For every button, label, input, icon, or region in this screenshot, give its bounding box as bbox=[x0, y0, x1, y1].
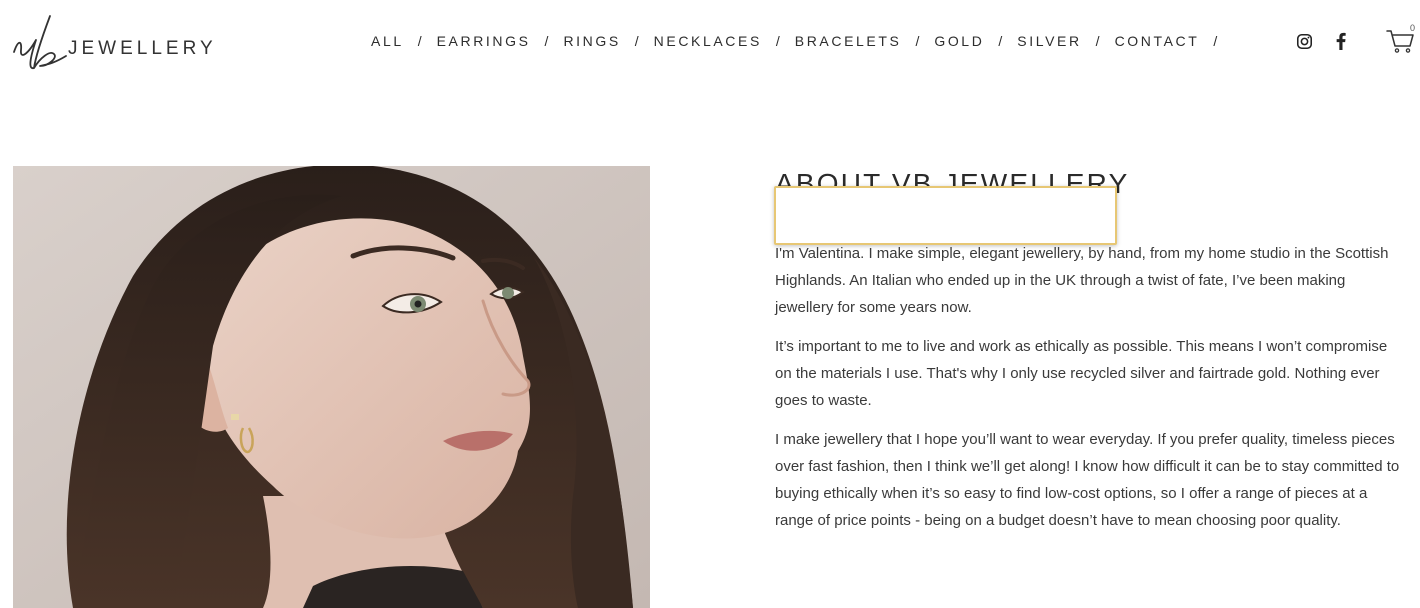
vb-monogram-logo bbox=[13, 15, 67, 70]
nav-separator: / bbox=[775, 33, 780, 49]
cart-count-badge[interactable]: 0 bbox=[1410, 23, 1415, 33]
nav-separator: / bbox=[915, 33, 920, 49]
nav-item-silver[interactable]: SILVER bbox=[1017, 33, 1081, 49]
portrait-illustration bbox=[13, 166, 650, 608]
main-nav: ALL / EARRINGS / RINGS / NECKLACES / BRA… bbox=[371, 30, 1232, 52]
brand-logo[interactable]: JEWELLERY bbox=[10, 10, 225, 74]
site-header: JEWELLERY ALL / EARRINGS / RINGS / NECKL… bbox=[0, 0, 1420, 90]
nav-item-all[interactable]: ALL bbox=[371, 33, 404, 49]
nav-item-bracelets[interactable]: BRACELETS bbox=[795, 33, 902, 49]
portrait-photo bbox=[13, 166, 650, 608]
instagram-icon[interactable] bbox=[1293, 30, 1315, 52]
nav-separator: / bbox=[417, 33, 422, 49]
nav-separator: / bbox=[998, 33, 1003, 49]
about-paragraph-3: I make jewellery that I hope you’ll want… bbox=[775, 431, 1400, 529]
nav-separator: / bbox=[544, 33, 549, 49]
nav-separator: / bbox=[634, 33, 639, 49]
nav-separator: / bbox=[1213, 33, 1218, 49]
about-paragraph-2: It’s important to me to live and work as… bbox=[775, 338, 1388, 409]
nav-item-earrings[interactable]: EARRINGS bbox=[437, 33, 531, 49]
nav-separator: / bbox=[1095, 33, 1100, 49]
nav-item-rings[interactable]: RINGS bbox=[563, 33, 620, 49]
nav-item-contact[interactable]: CONTACT bbox=[1115, 33, 1200, 49]
nav-item-necklaces[interactable]: NECKLACES bbox=[654, 33, 762, 49]
highlighted-element-box bbox=[774, 186, 1117, 245]
about-paragraph-1: I'm Valentina. I make simple, elegant je… bbox=[775, 245, 1389, 316]
facebook-icon[interactable] bbox=[1330, 30, 1352, 52]
nav-item-gold[interactable]: GOLD bbox=[934, 33, 984, 49]
brand-wordmark: JEWELLERY bbox=[68, 38, 217, 59]
